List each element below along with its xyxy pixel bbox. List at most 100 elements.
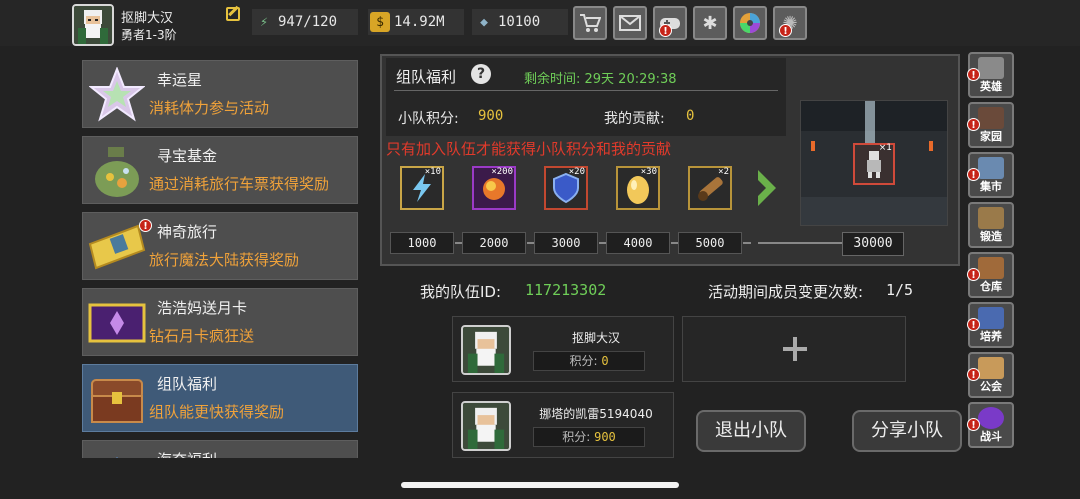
menu-item-monthly-card[interactable]: 浩浩妈送月卡 钻石月卡疯狂送 xyxy=(82,288,358,356)
alert-badge-icon: ! xyxy=(779,24,792,37)
right-nav: ! 英雄 ! 家园 ! 集市 锻造 ! 仓库 ! 培养 ! 公会 ! 战斗 xyxy=(966,52,1016,452)
gold-counter[interactable]: $ 14.92M xyxy=(368,9,464,35)
menu-item-title: 组队福利 xyxy=(157,375,218,393)
team-member-card[interactable]: 挪塔的凯雷5194040 积分: 900 xyxy=(452,392,674,458)
shop-button[interactable] xyxy=(573,6,607,40)
mail-button[interactable] xyxy=(613,6,647,40)
burst-button[interactable]: ✺ ! xyxy=(773,6,807,40)
member-change-label: 活动期间成员变更次数: xyxy=(708,283,864,301)
menu-item-magic-travel[interactable]: ! 神奇旅行 旅行魔法大陆获得奖励 xyxy=(82,212,358,280)
gold-value: 14.92M xyxy=(394,14,445,30)
wizard-portrait-icon xyxy=(463,327,509,373)
member-change-count: 1/5 xyxy=(886,281,914,299)
nav-label: 培养 xyxy=(980,330,1002,343)
nav-guild[interactable]: ! 公会 xyxy=(967,352,1014,398)
menu-item-desc: 通过消耗旅行车票获得奖励 xyxy=(149,175,330,193)
nav-label: 战斗 xyxy=(980,430,1002,443)
game-center-button[interactable]: ! xyxy=(653,6,687,40)
reward-qty: ×30 xyxy=(640,167,657,177)
battle-portal-icon xyxy=(978,407,1004,429)
treasure-chest-icon xyxy=(87,369,147,429)
menu-item-sea-welfare[interactable]: 海夺福利 xyxy=(82,440,358,458)
reward-slot[interactable]: ×20 xyxy=(544,166,588,210)
guild-icon xyxy=(978,357,1004,379)
mail-icon xyxy=(619,15,641,31)
menu-item-desc: 消耗体力参与活动 xyxy=(149,99,270,117)
nav-label: 英雄 xyxy=(980,80,1002,93)
member-score-label: 积分: xyxy=(562,430,591,444)
edit-name-icon[interactable] xyxy=(226,7,240,21)
gem-counter[interactable]: ◆ 10100 xyxy=(472,9,568,35)
menu-item-title: 寻宝基金 xyxy=(157,147,218,165)
menu-item-lucky-star[interactable]: 幸运星 消耗体力参与活动 xyxy=(82,60,358,128)
help-question-icon[interactable]: ? xyxy=(471,64,491,84)
top-bar: 抠脚大汉 勇者1-3阶 ⚡ 947/120 $ 14.92M ◆ 10100 !… xyxy=(0,0,1080,46)
team-id-value: 117213302 xyxy=(525,281,607,299)
team-score-label: 小队积分: xyxy=(398,111,459,127)
milestone: 1000 xyxy=(390,232,454,254)
market-stall-icon xyxy=(978,157,1004,179)
home-indicator[interactable] xyxy=(401,482,679,488)
energy-counter[interactable]: ⚡ 947/120 xyxy=(252,9,358,35)
member-score-value: 900 xyxy=(594,430,616,444)
skeleton-knight-icon xyxy=(867,151,881,178)
contribution-value: 0 xyxy=(686,108,695,124)
share-team-button[interactable]: 分享小队 xyxy=(852,410,962,452)
reward-slot[interactable]: ×200 xyxy=(472,166,516,210)
menu-item-treasure-fund[interactable]: 寻宝基金 通过消耗旅行车票获得奖励 xyxy=(82,136,358,204)
final-reward-scene: ×1 xyxy=(800,100,948,226)
treasure-bag-icon xyxy=(87,141,147,201)
nav-forge[interactable]: 锻造 xyxy=(968,202,1014,248)
member-name: 挪塔的凯雷5194040 xyxy=(539,407,653,421)
home-castle-icon xyxy=(978,107,1004,129)
warehouse-icon xyxy=(978,257,1004,279)
milestone: 2000 xyxy=(462,232,526,254)
nav-battle[interactable]: ! 战斗 xyxy=(967,402,1014,448)
training-sword-icon xyxy=(978,307,1004,329)
nav-warehouse[interactable]: ! 仓库 xyxy=(967,252,1014,298)
reward-slot[interactable]: ×10 xyxy=(400,166,444,210)
reward-qty: ×20 xyxy=(568,167,585,177)
event-menu: 幸运星 消耗体力参与活动 寻宝基金 通过消耗旅行车票获得奖励 ! 神奇旅行 旅行… xyxy=(80,58,360,458)
next-arrow-icon[interactable] xyxy=(754,168,778,208)
milestone: 4000 xyxy=(606,232,670,254)
final-reward-slot[interactable]: ×1 xyxy=(853,143,895,185)
settings-button[interactable]: ✱ xyxy=(693,6,727,40)
menu-item-desc: 旅行魔法大陆获得奖励 xyxy=(149,251,300,269)
nav-label: 家园 xyxy=(980,130,1002,143)
lucky-star-icon xyxy=(87,65,147,125)
color-wheel-icon xyxy=(740,13,760,33)
anvil-hammer-icon xyxy=(978,207,1004,229)
join-team-warning: 只有加入队伍才能获得小队积分和我的贡献 xyxy=(386,140,672,158)
nav-training[interactable]: ! 培养 xyxy=(967,302,1014,348)
wizard-portrait-icon xyxy=(74,6,112,44)
milestone: 3000 xyxy=(534,232,598,254)
energy-value: 947/120 xyxy=(278,14,338,30)
nav-market[interactable]: ! 集市 xyxy=(967,152,1014,198)
menu-item-team-welfare[interactable]: 组队福利 组队能更快获得奖励 xyxy=(82,364,358,432)
energy-bolt-icon: ⚡ xyxy=(260,14,268,30)
alert-badge-icon: ! xyxy=(139,219,152,232)
empty-member-slot[interactable] xyxy=(682,316,906,382)
add-member-plus-icon xyxy=(783,337,807,361)
reward-qty: ×1 xyxy=(878,143,892,153)
reward-slot[interactable]: ×2 xyxy=(688,166,732,210)
shop-icon xyxy=(580,14,601,32)
menu-item-desc: 组队能更快获得奖励 xyxy=(149,403,285,421)
nav-home[interactable]: ! 家园 xyxy=(967,102,1014,148)
team-id-label: 我的队伍ID: xyxy=(420,283,502,301)
menu-item-title: 海夺福利 xyxy=(157,449,217,458)
menu-item-title: 浩浩妈送月卡 xyxy=(157,299,248,317)
player-avatar[interactable] xyxy=(72,4,114,46)
fire-orb-icon xyxy=(483,178,505,200)
nav-hero[interactable]: ! 英雄 xyxy=(967,52,1014,98)
sea-welfare-icon xyxy=(87,445,147,458)
reward-slot[interactable]: ×30 xyxy=(616,166,660,210)
nav-label: 锻造 xyxy=(980,230,1002,243)
team-member-card[interactable]: 抠脚大汉 积分: 0 xyxy=(452,316,674,382)
leave-team-button[interactable]: 退出小队 xyxy=(696,410,806,452)
member-avatar xyxy=(461,401,511,451)
player-name: 抠脚大汉 xyxy=(121,11,174,26)
gem-icon: ◆ xyxy=(480,14,488,30)
color-wheel-button[interactable] xyxy=(733,6,767,40)
